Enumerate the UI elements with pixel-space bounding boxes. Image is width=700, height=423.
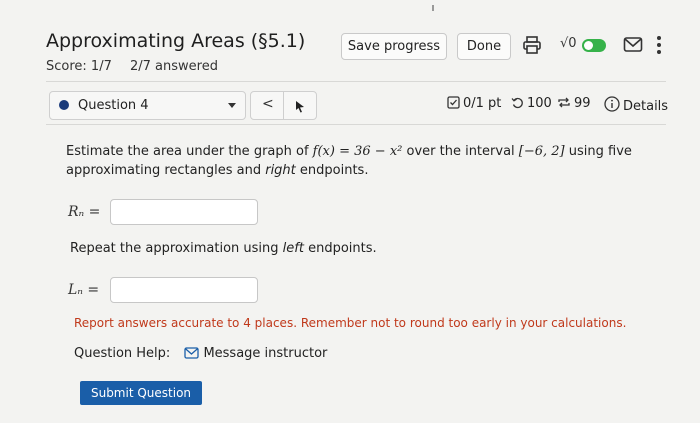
question-bar: Question 4 < 0/1 pt 100 99 Details [0,88,700,122]
checkbox-edit-icon [447,96,460,109]
repeat-icon [558,97,570,108]
retries-value: 100 [527,96,552,111]
save-progress-button[interactable]: Save progress [341,33,447,60]
repeat-prefix: Repeat the approximation using [70,241,283,256]
accuracy-note: Report answers accurate to 4 places. Rem… [74,316,627,330]
ln-input[interactable] [110,277,258,303]
prompt-prefix: Estimate the area under the graph of [66,144,313,159]
cursor-arrow-icon [295,98,305,117]
answered-count: 2/7 answered [130,59,218,74]
submit-question-button[interactable]: Submit Question [80,381,202,405]
more-options-icon[interactable] [656,35,662,55]
details-label: Details [623,99,669,114]
header-divider [46,81,666,82]
prompt-middle: over the interval [402,144,519,159]
repeat-word: left [282,241,304,256]
done-button[interactable]: Done [457,33,511,60]
details-link[interactable]: Details [604,96,668,114]
toggle-switch-icon[interactable] [582,39,606,52]
info-icon [604,96,620,112]
question-help: Question Help: Message instructor [74,346,327,361]
score-label: Score: 1/7 [46,59,112,74]
question-selector-label: Question 4 [78,98,149,113]
points-value: 0/1 pt [463,96,502,111]
message-instructor-link[interactable]: Message instructor [184,346,327,361]
score-line: Score: 1/7 2/7 answered [46,59,232,74]
message-instructor-label: Message instructor [203,346,328,361]
points-stat: 0/1 pt [447,96,501,111]
rn-label: Rₙ = [68,204,101,220]
mail-icon [184,347,200,359]
question-selector[interactable]: Question 4 [49,91,246,120]
question-bar-divider [46,124,666,125]
repeat-instruction: Repeat the approximation using left endp… [70,241,377,256]
print-icon[interactable] [522,35,542,55]
previous-question-button[interactable]: < [250,91,284,120]
retries-stat: 100 [511,96,552,111]
question-prompt: Estimate the area under the graph of f(x… [66,142,656,180]
function-expression: f(x) = 36 − x² [312,144,403,159]
undo-icon [511,97,523,109]
rn-input[interactable] [110,199,258,225]
mail-icon[interactable] [623,36,643,53]
repeat-suffix: endpoints. [303,241,377,256]
ln-label: Lₙ = [68,282,100,298]
endpoint-word: right [265,163,296,178]
chevron-left-icon: < [262,96,274,112]
question-status-dot-icon [59,100,69,110]
attempts-value: 99 [574,96,591,111]
prompt-end: endpoints. [295,163,369,178]
interval-expression: [−6, 2] [518,144,565,159]
next-question-button[interactable] [283,91,317,120]
page-title: Approximating Areas (§5.1) [46,30,306,52]
attempts-stat: 99 [557,96,591,111]
question-help-label: Question Help: [74,346,171,361]
math-keyboard-icon[interactable]: √0 [560,36,577,51]
chevron-down-icon [228,103,236,108]
header: Approximating Areas (§5.1) Score: 1/7 2/… [0,0,700,80]
